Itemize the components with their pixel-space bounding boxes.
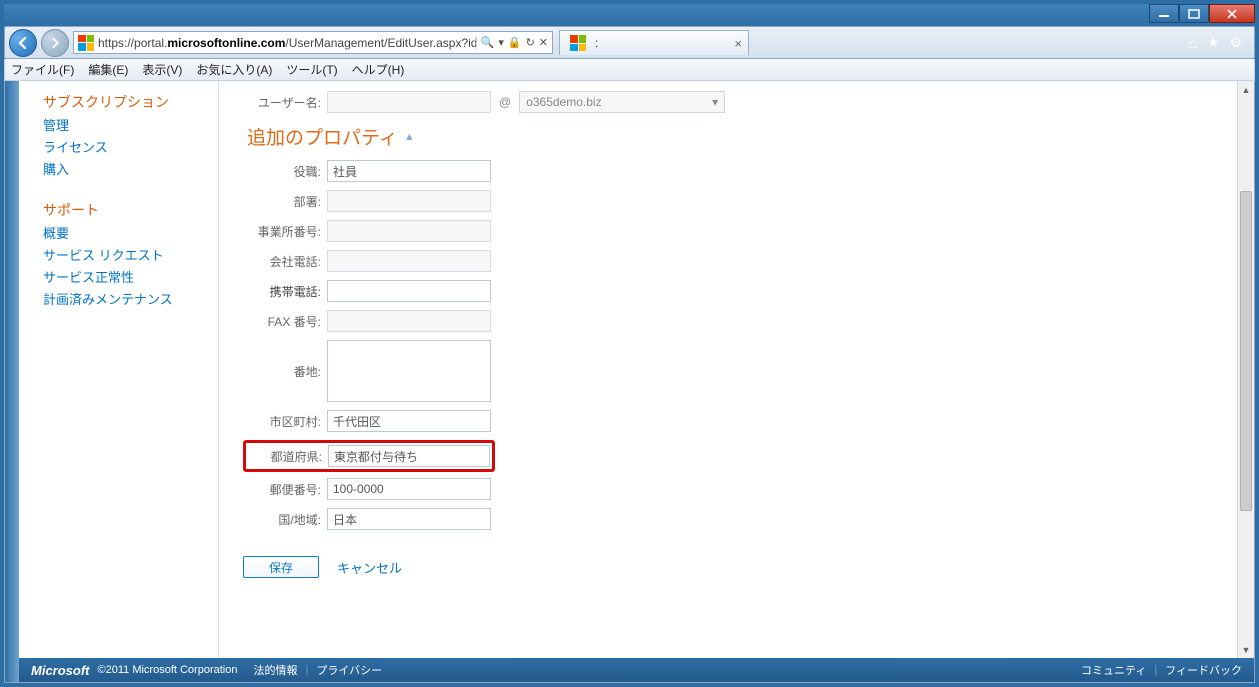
zip-label: 郵便番号: xyxy=(243,481,327,498)
window-maximize-button[interactable] xyxy=(1179,4,1209,23)
menu-file[interactable]: ファイル(F) xyxy=(11,61,74,78)
domain-select[interactable]: o365demo.biz ▾ xyxy=(519,91,725,113)
url-text[interactable]: https://portal.microsoftonline.com/UserM… xyxy=(98,36,476,50)
browser-tab[interactable]: : × xyxy=(559,30,749,55)
username-label: ユーザー名: xyxy=(243,94,327,111)
city-input[interactable] xyxy=(327,410,491,432)
state-input[interactable] xyxy=(328,445,490,467)
window-minimize-button[interactable] xyxy=(1149,4,1179,23)
browser-nav-bar: https://portal.microsoftonline.com/UserM… xyxy=(4,26,1255,59)
scroll-up-icon[interactable]: ▲ xyxy=(1238,81,1254,98)
edit-user-form: ユーザー名: @ o365demo.biz ▾ 追加のプロパティ▲ 役職: 部署… xyxy=(223,81,1237,658)
admin-sidebar: サブスクリプション 管理 ライセンス 購入 サポート 概要 サービス リクエスト… xyxy=(19,81,219,658)
menu-favorites[interactable]: お気に入り(A) xyxy=(196,61,272,78)
sidebar-link-license[interactable]: ライセンス xyxy=(43,137,218,159)
mobile-label: 携帯電話: xyxy=(243,283,327,300)
menu-help[interactable]: ヘルプ(H) xyxy=(352,61,405,78)
save-button[interactable]: 保存 xyxy=(243,556,319,578)
chevron-down-icon: ▾ xyxy=(712,95,718,109)
street-label: 番地: xyxy=(243,363,327,380)
menu-tools[interactable]: ツール(T) xyxy=(286,61,337,78)
sidebar-heading-subscription: サブスクリプション xyxy=(43,91,218,115)
office-no-label: 事業所番号: xyxy=(243,223,327,240)
footer-copyright: ©2011 Microsoft Corporation xyxy=(98,664,238,676)
sidebar-link-service-health[interactable]: サービス正常性 xyxy=(43,267,218,289)
mobile-input[interactable] xyxy=(327,280,491,302)
browser-menu-bar: ファイル(F) 編集(E) 表示(V) お気に入り(A) ツール(T) ヘルプ(… xyxy=(4,59,1255,81)
office-tel-label: 会社電話: xyxy=(243,253,327,270)
search-icon[interactable]: 🔍 xyxy=(481,36,495,49)
sidebar-heading-support: サポート xyxy=(43,199,218,223)
window-titlebar[interactable] xyxy=(4,4,1255,26)
fax-label: FAX 番号: xyxy=(243,313,327,330)
footer-community-link[interactable]: コミュニティ xyxy=(1081,662,1146,678)
tab-title: : xyxy=(595,36,729,50)
scroll-down-icon[interactable]: ▼ xyxy=(1238,641,1254,658)
domain-value: o365demo.biz xyxy=(526,95,601,109)
back-button[interactable] xyxy=(9,29,37,57)
stop-icon[interactable]: ✕ xyxy=(539,36,548,49)
at-symbol: @ xyxy=(491,95,519,109)
footer-legal-link[interactable]: 法的情報 xyxy=(253,662,297,678)
sidebar-link-purchase[interactable]: 購入 xyxy=(43,159,218,181)
page-footer: Microsoft ©2011 Microsoft Corporation 法的… xyxy=(19,658,1254,682)
vertical-scrollbar[interactable]: ▲ ▼ xyxy=(1237,81,1254,658)
forward-button[interactable] xyxy=(41,29,69,57)
collapse-caret-icon: ▲ xyxy=(404,131,415,143)
country-input[interactable] xyxy=(327,508,491,530)
lock-icon: 🔒 xyxy=(508,36,522,49)
sidebar-link-service-request[interactable]: サービス リクエスト xyxy=(43,245,218,267)
city-label: 市区町村: xyxy=(243,413,327,430)
cancel-link[interactable]: キャンセル xyxy=(337,558,402,577)
window-left-edge xyxy=(5,81,19,682)
site-favicon-icon xyxy=(77,35,95,51)
scroll-thumb[interactable] xyxy=(1240,191,1252,511)
fax-input[interactable] xyxy=(327,310,491,332)
footer-feedback-link[interactable]: フィードバック xyxy=(1165,662,1242,678)
tools-icon[interactable]: ⚙ xyxy=(1229,34,1242,51)
state-label: 都道府県: xyxy=(248,448,328,465)
dept-label: 部署: xyxy=(243,193,327,210)
window-close-button[interactable] xyxy=(1209,4,1255,23)
menu-edit[interactable]: 編集(E) xyxy=(88,61,128,78)
office-no-input[interactable] xyxy=(327,220,491,242)
sidebar-link-overview[interactable]: 概要 xyxy=(43,223,218,245)
street-input[interactable] xyxy=(327,340,491,402)
role-input[interactable] xyxy=(327,160,491,182)
office-tel-input[interactable] xyxy=(327,250,491,272)
tab-favicon-icon xyxy=(569,35,587,51)
footer-brand: Microsoft xyxy=(31,663,90,678)
sidebar-link-planned-maintenance[interactable]: 計画済みメンテナンス xyxy=(43,289,218,311)
section-additional-properties[interactable]: 追加のプロパティ▲ xyxy=(247,123,1217,150)
home-icon[interactable]: ⌂ xyxy=(1188,35,1196,51)
country-label: 国/地域: xyxy=(243,511,327,528)
refresh-icon[interactable]: ↻ xyxy=(526,36,535,49)
address-bar[interactable]: https://portal.microsoftonline.com/UserM… xyxy=(73,31,553,54)
browser-window: https://portal.microsoftonline.com/UserM… xyxy=(0,0,1259,687)
sidebar-link-manage[interactable]: 管理 xyxy=(43,115,218,137)
menu-view[interactable]: 表示(V) xyxy=(142,61,182,78)
zip-input[interactable] xyxy=(327,478,491,500)
footer-privacy-link[interactable]: プライバシー xyxy=(316,662,382,678)
tab-close-icon[interactable]: × xyxy=(734,36,742,51)
username-input[interactable] xyxy=(327,91,491,113)
dept-input[interactable] xyxy=(327,190,491,212)
role-label: 役職: xyxy=(243,163,327,180)
favorites-icon[interactable]: ★ xyxy=(1207,34,1220,51)
state-row-highlight: 都道府県: xyxy=(243,440,495,472)
